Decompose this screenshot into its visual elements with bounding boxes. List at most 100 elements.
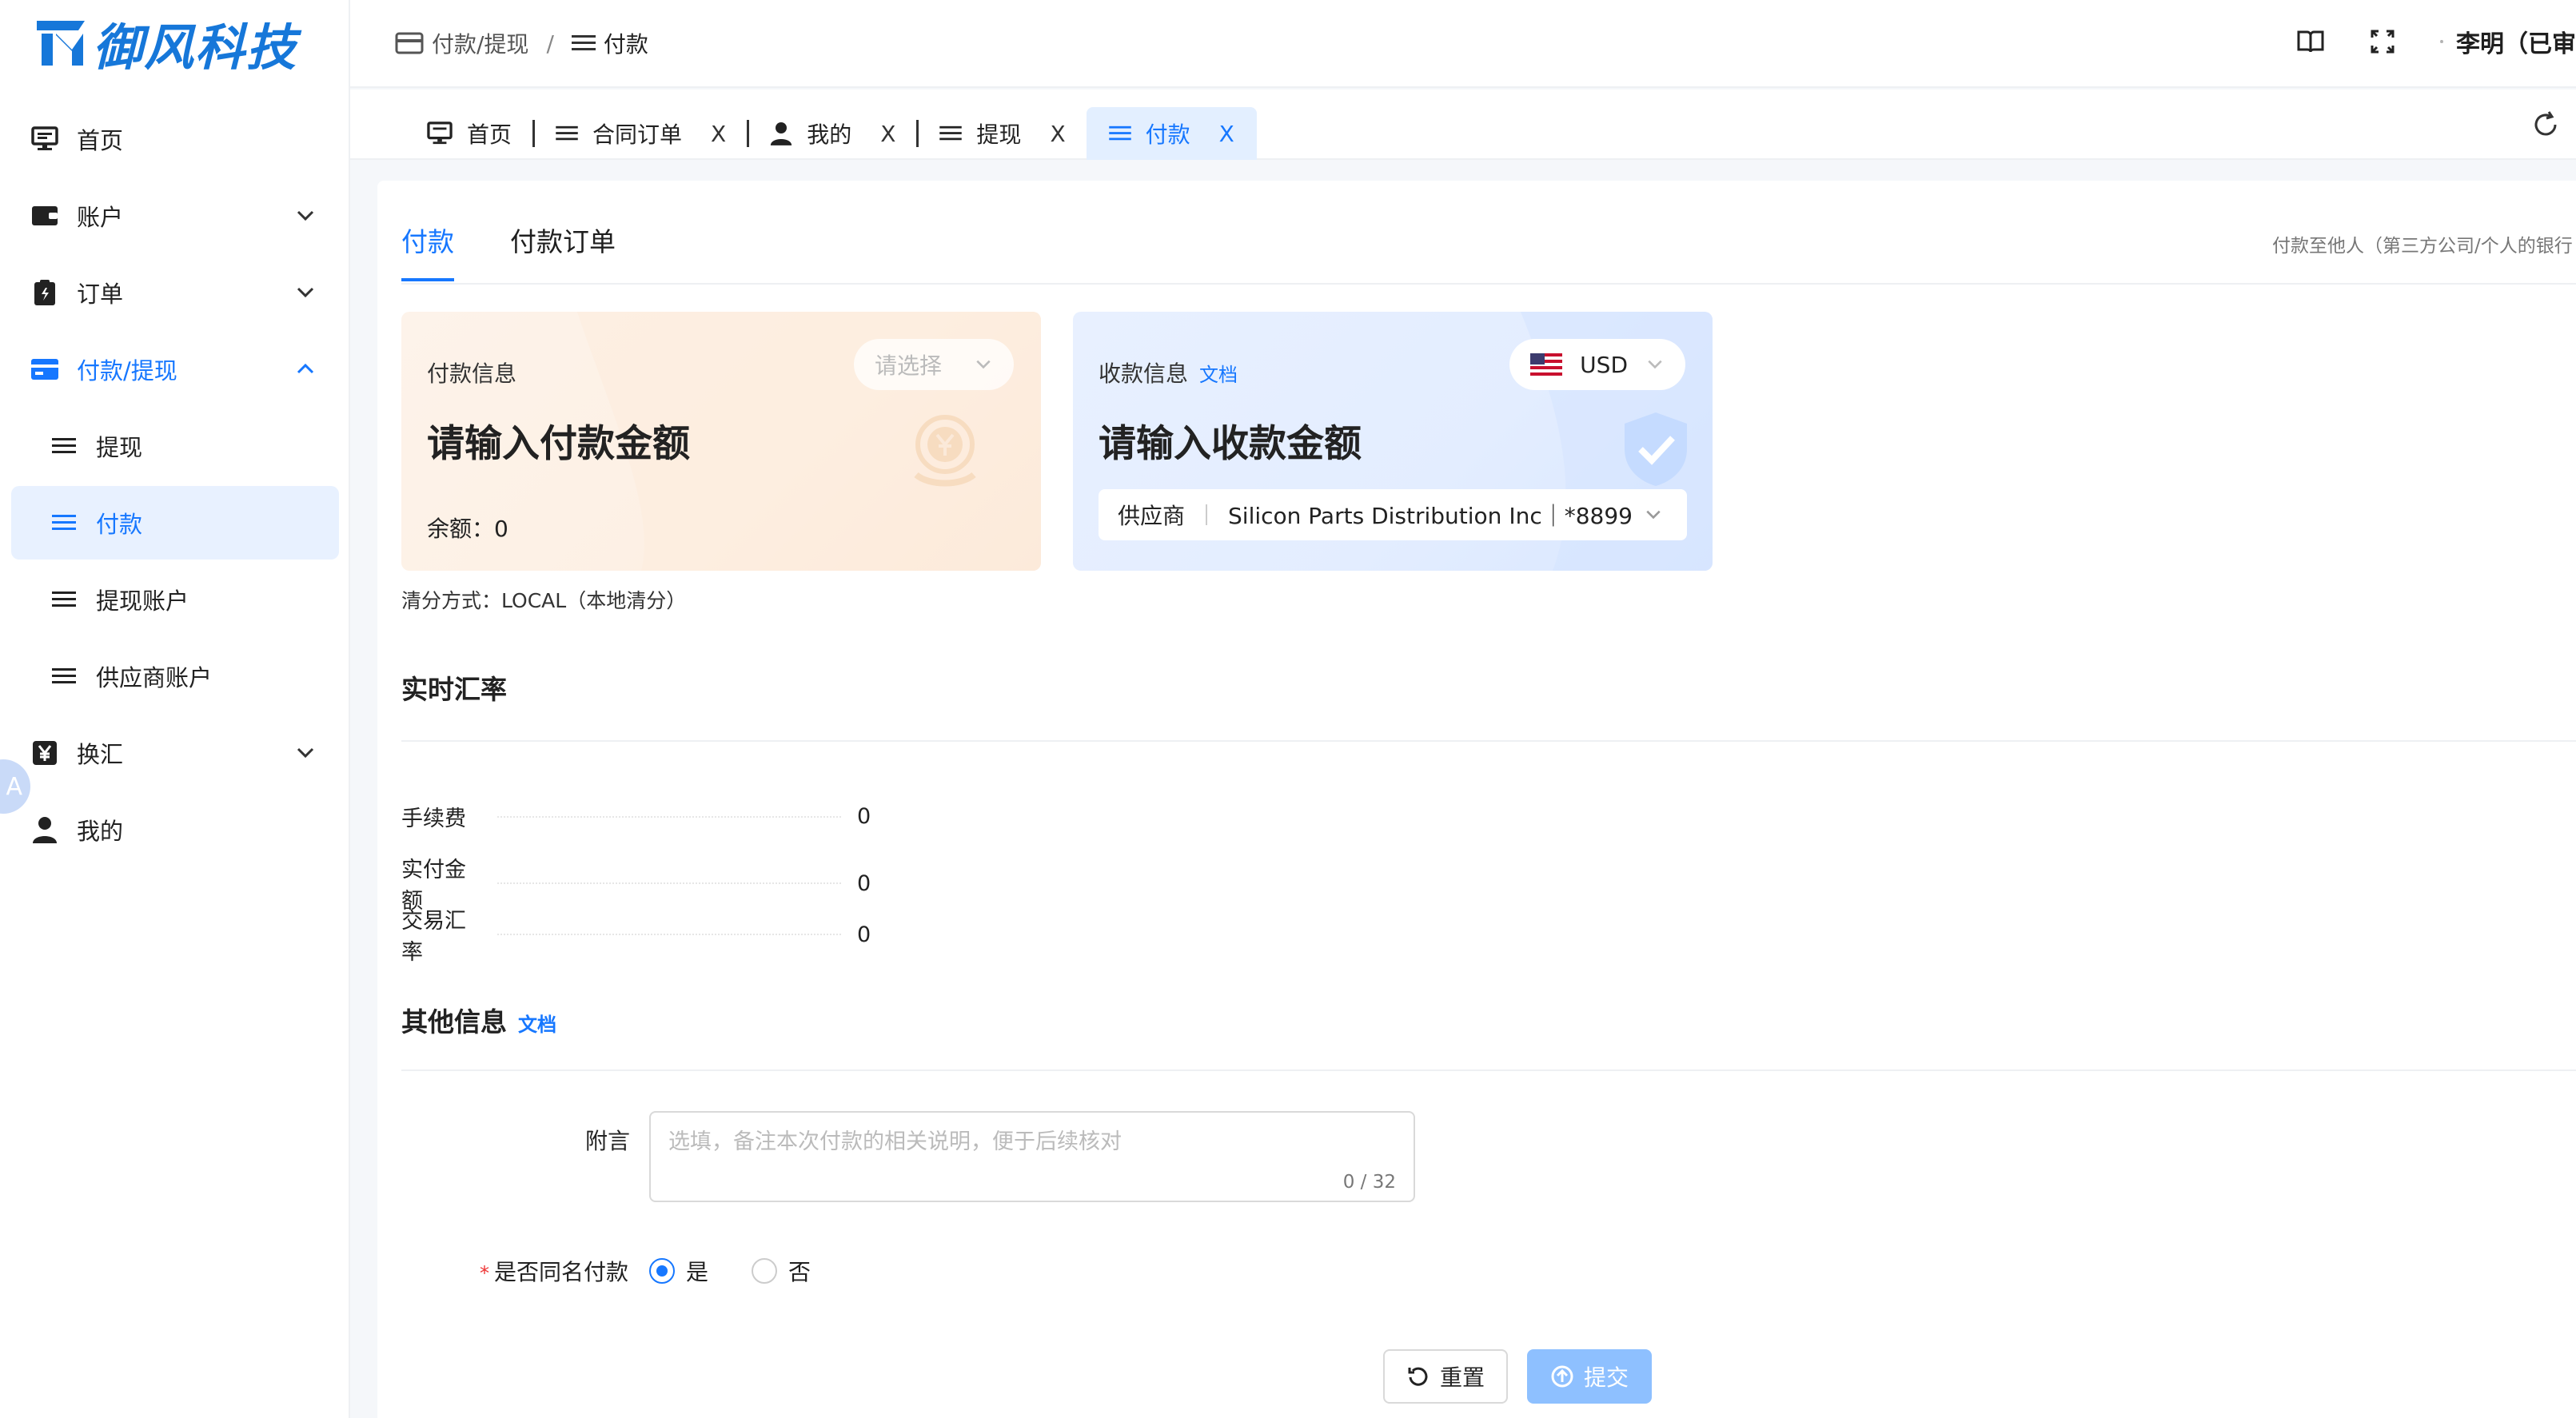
exchange-rate-row: 交易汇率 0: [401, 903, 881, 966]
receive-info-label: 收款信息 文档: [1099, 356, 1238, 388]
reset-button[interactable]: 重置: [1383, 1349, 1508, 1404]
tab-contract-orders[interactable]: 合同订单 X: [535, 107, 747, 160]
book-icon[interactable]: [2296, 29, 2325, 54]
chevron-down-icon: [1646, 510, 1661, 520]
close-icon[interactable]: X: [1219, 121, 1234, 147]
sidebar-item-label: 提现账户: [96, 588, 189, 615]
radio-no[interactable]: [752, 1258, 778, 1284]
clipboard-icon: [30, 278, 59, 307]
tab-pay-orders[interactable]: 付款订单: [510, 221, 616, 281]
reset-icon: [1408, 1367, 1428, 1386]
currency-select[interactable]: USD: [1509, 339, 1685, 390]
supplier-value: Silicon Parts Distribution Inc｜*8899: [1228, 503, 1633, 529]
user-icon: [771, 122, 792, 145]
menu-icon: [50, 508, 78, 537]
sidebar-item-account[interactable]: 账户: [11, 179, 339, 253]
user-menu[interactable]: 李明（已审: [2440, 24, 2576, 59]
sidebar-item-payment[interactable]: 付款: [11, 486, 339, 560]
refresh-icon[interactable]: [2530, 109, 2562, 141]
section-divider: [401, 1069, 2576, 1071]
card-icon: [395, 32, 424, 54]
tab-label: 合同订单: [592, 121, 683, 148]
doc-link[interactable]: 文档: [518, 1009, 556, 1037]
tab-pay[interactable]: 付款: [401, 221, 454, 281]
breadcrumb-label: 付款: [603, 31, 648, 58]
radio-yes[interactable]: [649, 1258, 675, 1284]
menu-icon: [939, 125, 963, 141]
payment-amount-input[interactable]: 请输入付款金额: [427, 412, 690, 468]
shield-check-icon: [1625, 412, 1687, 486]
tab-label: 首页: [467, 121, 512, 148]
sidebar-item-exchange[interactable]: 换汇: [11, 716, 339, 790]
sidebar-item-payment-withdraw[interactable]: 付款/提现: [11, 333, 339, 406]
reset-label: 重置: [1439, 1364, 1485, 1391]
tab-mine[interactable]: 我的 X: [749, 107, 916, 160]
breadcrumb-item[interactable]: 付款/提现: [395, 27, 528, 59]
page-hint: 付款至他人（第三方公司/个人的银行: [2272, 236, 2573, 257]
radio-no-label[interactable]: 否: [788, 1255, 811, 1287]
content-tabs: 付款 付款订单: [401, 221, 616, 281]
required-mark: *: [480, 1262, 489, 1285]
tab-home[interactable]: 首页: [406, 107, 532, 160]
payment-info-label: 付款信息: [427, 360, 517, 387]
payment-account-select[interactable]: 请选择: [853, 339, 1014, 390]
same-name-label: * 是否同名付款: [480, 1255, 628, 1287]
tab-label: 我的: [807, 121, 852, 148]
wallet-icon: [30, 201, 59, 230]
sidebar-item-label: 供应商账户: [96, 664, 213, 691]
radio-yes-label[interactable]: 是: [686, 1255, 708, 1287]
sidebar-item-orders[interactable]: 订单: [11, 256, 339, 329]
yen-icon: [30, 739, 59, 767]
supplier-select[interactable]: 供应商 Silicon Parts Distribution Inc｜*8899: [1099, 489, 1687, 540]
sidebar-nav: 首页 账户 订单 付款/提现 提现 付款 提现账户 供应商账户 换汇 我的: [0, 99, 350, 870]
breadcrumb-separator: /: [546, 30, 554, 57]
section-divider: [401, 740, 2576, 742]
exchange-rate-label: 交易汇率: [401, 909, 466, 965]
menu-icon: [50, 432, 78, 460]
us-flag-icon: [1530, 353, 1563, 376]
sidebar-item-label: 付款: [96, 511, 143, 538]
sidebar-item-home[interactable]: 首页: [11, 102, 339, 176]
close-icon[interactable]: X: [711, 121, 726, 147]
currency-value: USD: [1580, 351, 1628, 378]
tab-payment[interactable]: 付款 X: [1086, 107, 1257, 160]
submit-label: 提交: [1583, 1364, 1629, 1391]
sidebar-item-label: 首页: [77, 127, 124, 154]
menu-icon: [50, 662, 78, 691]
sidebar-item-withdraw-accounts[interactable]: 提现账户: [11, 563, 339, 636]
sidebar: 御风科技 首页 账户 订单 付款/提现 提现 付款 提现账户 供应商账户 换汇 …: [0, 0, 350, 1418]
user-circle-icon: [2440, 40, 2443, 43]
rate-title: 实时汇率: [401, 674, 507, 705]
dotted-leader: [497, 815, 841, 818]
monitor-icon: [427, 121, 453, 145]
other-title: 其他信息: [401, 1006, 507, 1038]
tabs-bar: 首页 合同订单 X 我的 X 提现 X 付款 X: [350, 90, 2576, 160]
sidebar-item-label: 订单: [77, 281, 124, 308]
receive-amount-input[interactable]: 请输入收款金额: [1099, 412, 1362, 468]
doc-link[interactable]: 文档: [1199, 359, 1238, 387]
remark-textarea[interactable]: 选填，备注本次付款的相关说明，便于后续核对 0 / 32: [649, 1111, 1415, 1202]
sidebar-item-mine[interactable]: 我的: [11, 793, 339, 866]
sidebar-item-supplier-accounts[interactable]: 供应商账户: [11, 639, 339, 713]
close-icon[interactable]: X: [880, 121, 895, 147]
main-content: 付款 付款订单 付款至他人（第三方公司/个人的银行 付款信息 请选择 请输入付款…: [377, 181, 2576, 1418]
chevron-down-icon: [297, 747, 314, 759]
same-name-radio-group: 是 否: [649, 1255, 843, 1287]
tab-withdraw[interactable]: 提现 X: [919, 107, 1086, 160]
close-icon[interactable]: X: [1050, 121, 1065, 147]
remark-label: 附言: [585, 1128, 631, 1154]
sidebar-item-withdraw[interactable]: 提现: [11, 409, 339, 483]
menu-icon: [571, 35, 596, 50]
menu-icon: [556, 125, 578, 141]
same-name-text: 是否同名付款: [494, 1259, 629, 1285]
receive-info-title: 收款信息: [1099, 360, 1189, 387]
balance-text: 余额：0: [427, 516, 508, 542]
logo[interactable]: 御风科技: [35, 14, 297, 77]
section-title-other: 其他信息 文档: [401, 1001, 556, 1039]
fullscreen-icon[interactable]: [2370, 29, 2395, 54]
chevron-down-icon: [297, 210, 314, 221]
submit-button[interactable]: 提交: [1527, 1349, 1652, 1404]
sidebar-item-label: 我的: [77, 818, 124, 845]
tab-label: 付款: [1145, 121, 1190, 148]
breadcrumb-label: 付款/提现: [432, 31, 529, 58]
